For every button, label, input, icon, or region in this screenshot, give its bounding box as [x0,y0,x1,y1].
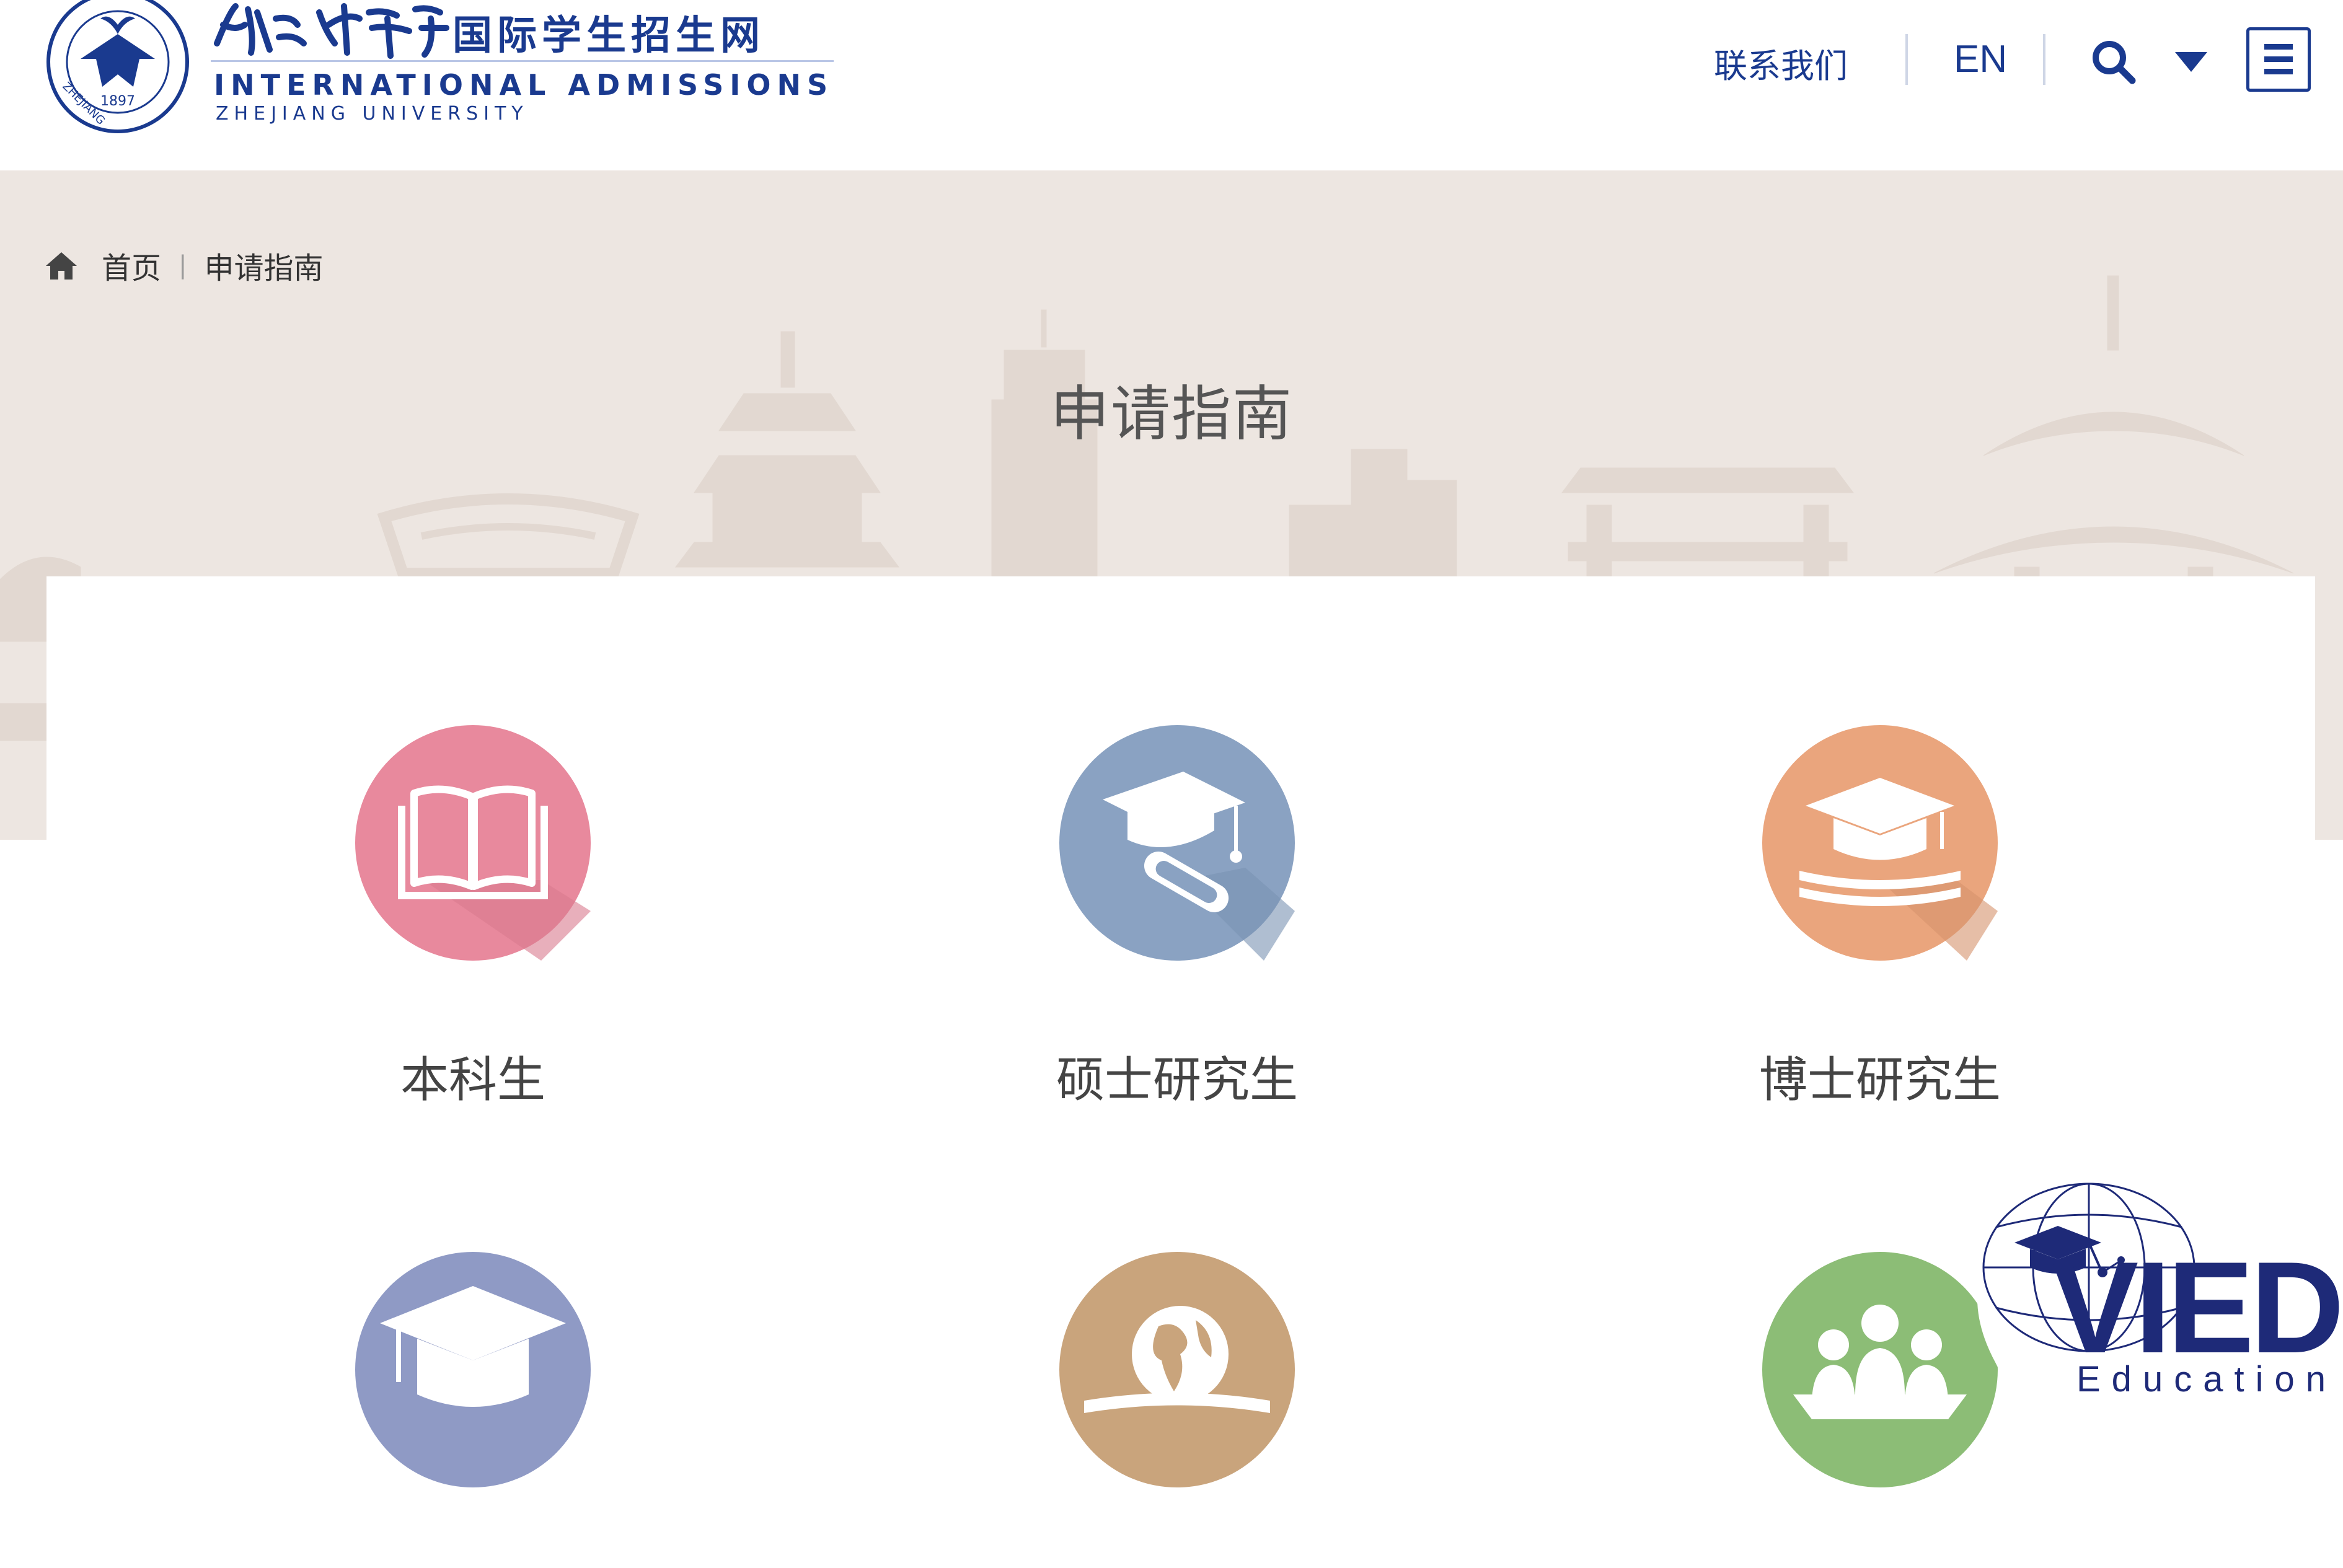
breadcrumb-separator: | [179,251,187,280]
watermark-brand: VIED [2052,1235,2343,1380]
option-label: 本科生 [400,1052,545,1108]
contact-us-link[interactable]: 联系我们 [1714,38,1848,87]
option-item-4[interactable] [287,1252,659,1568]
caret-down-icon[interactable] [2173,48,2210,76]
menu-bar [2264,44,2293,50]
breadcrumb-current: 申请指南 [204,251,324,286]
breadcrumb: 首页 | 申请指南 [43,244,324,287]
graduation-cap-diploma-icon [1059,725,1295,961]
home-icon[interactable] [43,247,79,283]
option-doctoral[interactable]: 博士研究生 [1694,725,2066,1111]
breadcrumb-home-link[interactable]: 首页 [102,244,161,287]
option-label: 硕士研究生 [1056,1052,1298,1108]
svg-text:1897: 1897 [100,94,135,109]
option-undergraduate[interactable]: 本科生 [287,725,659,1111]
option-item-5[interactable] [991,1252,1363,1568]
option-label: 博士研究生 [1758,1052,2001,1108]
graduation-cap-icon [355,1252,591,1487]
watermark-subtitle: Education [2076,1359,2337,1399]
university-seal-icon: 1897 ZHEJIANG [46,0,189,133]
page-title: 申请指南 [1050,379,1293,449]
menu-bar [2264,56,2293,62]
menu-bar [2264,69,2293,74]
language-switch-en[interactable]: EN [1954,37,2007,81]
vied-education-watermark: VIED Education [1959,1178,2343,1401]
nav-divider [1905,34,1908,85]
open-book-icon [355,725,591,961]
site-title-en: INTERNATIONAL ADMISSIONS [214,68,834,102]
hamburger-menu-button[interactable] [2246,27,2311,92]
search-icon[interactable] [2089,37,2138,87]
nav-divider [2043,34,2045,85]
site-header: 1897 ZHEJIANG 国际学生招生网 INTERNATIONAL ADMI… [0,0,2343,170]
site-subtitle-en: ZHEJIANG UNIVERSITY [216,103,529,125]
option-master[interactable]: 硕士研究生 [991,725,1363,1111]
logo-divider [211,60,834,62]
graduation-cap-books-icon [1762,725,1998,961]
globe-book-icon [1059,1252,1295,1487]
site-title-cn: 国际学生招生网 [452,13,765,59]
calligraphy-logo-icon [214,3,449,59]
